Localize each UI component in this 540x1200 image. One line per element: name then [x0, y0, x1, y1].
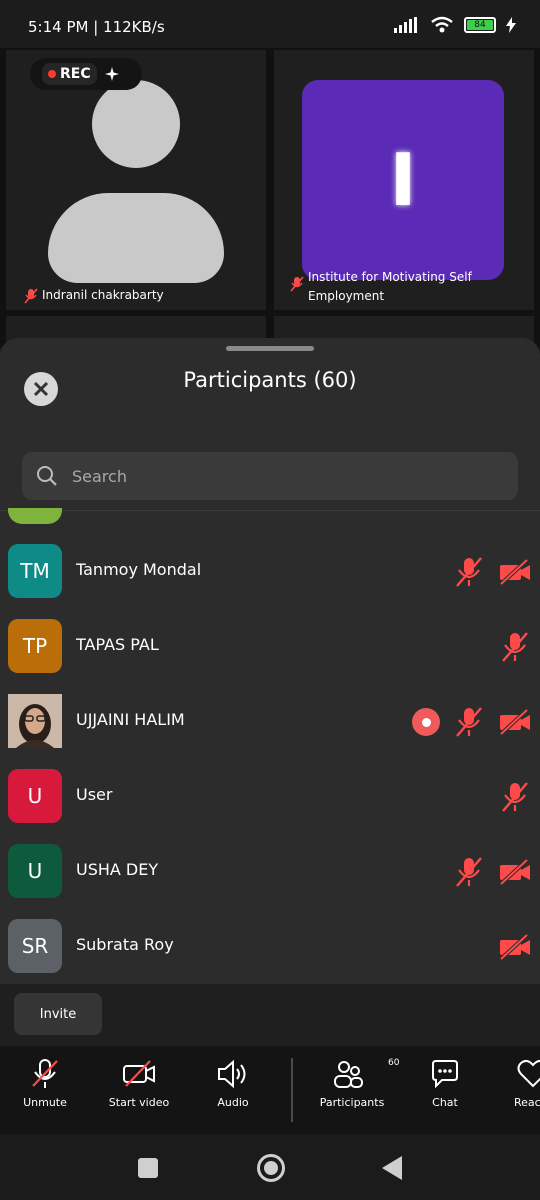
video-off-icon — [499, 858, 530, 886]
speaker-icon — [218, 1059, 246, 1089]
participant-name: Subrata Roy — [76, 935, 174, 954]
close-button[interactable] — [24, 372, 58, 406]
sparkle-icon[interactable] — [104, 67, 119, 81]
reactions-button[interactable]: Reac — [496, 1058, 540, 1109]
unmute-button[interactable]: Unmute — [0, 1058, 90, 1109]
invite-button[interactable]: Invite — [14, 993, 102, 1035]
participant-avatar: TM — [8, 544, 62, 598]
participant-name: Tanmoy Mondal — [76, 560, 202, 579]
video-off-icon — [499, 558, 530, 586]
meeting-toolbar: Unmute Start video Audio 60 Participants… — [0, 1046, 540, 1134]
participants-sheet: Participants (60) TM Tanmoy Mondal TP TAPAS… — [0, 338, 540, 1046]
recording-indicator-icon — [412, 708, 440, 736]
recents-button[interactable] — [138, 1158, 158, 1178]
rec-dot-icon — [48, 70, 56, 78]
participant-row[interactable]: UJJAINI HALIM — [0, 684, 540, 759]
divider — [0, 510, 540, 511]
participant-status-icons — [412, 704, 532, 740]
back-button[interactable] — [382, 1156, 402, 1180]
mic-muted-icon — [502, 782, 528, 812]
video-tile-institute[interactable]: I Institute for Motivating Self Employme… — [274, 50, 534, 310]
mic-muted-icon — [290, 276, 304, 292]
avatar-placeholder-body — [48, 193, 224, 283]
video-off-icon — [499, 708, 530, 736]
search-bar[interactable] — [22, 452, 518, 500]
toolbar-divider — [291, 1058, 293, 1122]
video-off-icon — [499, 933, 530, 961]
participant-status-icons — [498, 929, 532, 965]
status-icons: 84 — [394, 16, 516, 34]
participant-row[interactable]: SR Subrata Roy — [0, 909, 540, 984]
tile-name-label: Institute for Motivating Self Employment — [290, 268, 520, 306]
participant-name: TAPAS PAL — [76, 635, 159, 654]
status-time: 5:14 PM | 112KB/s — [28, 18, 165, 36]
heart-icon — [517, 1059, 540, 1088]
chat-button[interactable]: Chat — [400, 1058, 490, 1109]
participant-initial-box: I — [302, 80, 504, 280]
participant-name: USHA DEY — [76, 860, 159, 879]
start-video-button[interactable]: Start video — [94, 1058, 184, 1109]
participant-status-icons — [498, 629, 532, 665]
mic-muted-icon — [456, 557, 482, 587]
chat-icon — [432, 1060, 458, 1089]
close-icon — [33, 381, 49, 397]
participants-button[interactable]: 60 Participants — [307, 1058, 400, 1109]
search-icon — [37, 466, 57, 486]
participant-avatar: U — [8, 769, 62, 823]
participant-row[interactable]: U USHA DEY — [0, 834, 540, 909]
tile-name-label: Indranil chakrabarty — [24, 288, 164, 304]
participant-row[interactable]: U User — [0, 759, 540, 834]
wifi-icon — [431, 16, 453, 33]
avatar-placeholder-head — [92, 80, 180, 168]
participants-count-badge: 60 — [388, 1058, 400, 1068]
mic-muted-icon — [502, 632, 528, 662]
search-input[interactable] — [72, 466, 472, 486]
rec-badge: REC — [42, 63, 97, 85]
mic-muted-icon — [456, 707, 482, 737]
video-off-icon — [123, 1060, 155, 1087]
audio-button[interactable]: Audio — [188, 1058, 278, 1109]
battery-icon: 84 — [464, 17, 496, 33]
participant-row[interactable]: TM Tanmoy Mondal — [0, 534, 540, 609]
participant-avatar: U — [8, 844, 62, 898]
participant-avatar: TP — [8, 619, 62, 673]
participant-name: UJJAINI HALIM — [76, 710, 185, 729]
participant-row[interactable]: TP TAPAS PAL — [0, 609, 540, 684]
participants-icon — [334, 1061, 363, 1088]
invite-bar: Invite — [0, 984, 540, 1046]
system-nav-bar — [0, 1134, 540, 1200]
mic-muted-icon — [32, 1059, 58, 1088]
mic-muted-icon — [456, 857, 482, 887]
participant-status-icons — [498, 779, 532, 815]
participant-avatar: SR — [8, 919, 62, 973]
home-button[interactable] — [257, 1154, 285, 1182]
sheet-title: Participants (60) — [183, 368, 357, 392]
video-grid: Indranil chakrabarty I Institute for Mot… — [0, 48, 540, 356]
status-bar: 5:14 PM | 112KB/s 84 — [0, 0, 540, 48]
participant-status-icons — [452, 854, 532, 890]
participant-name: User — [76, 785, 113, 804]
charging-icon — [506, 17, 516, 33]
mic-muted-icon — [24, 288, 38, 304]
recording-pill[interactable]: REC — [30, 58, 142, 90]
signal-icon — [394, 17, 417, 33]
avatar-partial — [8, 508, 62, 524]
participant-status-icons — [452, 554, 532, 590]
participant-photo — [8, 694, 62, 748]
drag-handle[interactable] — [226, 346, 314, 351]
